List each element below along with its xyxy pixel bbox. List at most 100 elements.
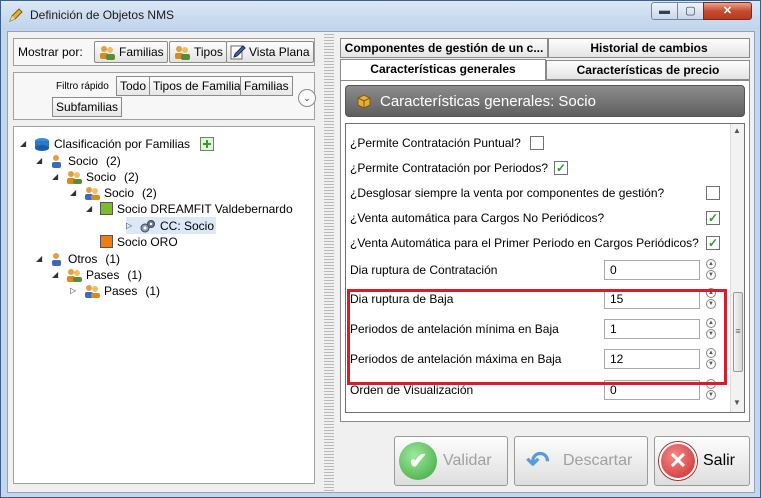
chevron-down-icon[interactable]: ⌄	[298, 89, 316, 107]
tree-node-socio[interactable]: ◢ Socio (2)	[52, 168, 139, 185]
left-pane: Mostrar por: Familias Tipos Vista Plana …	[8, 32, 320, 492]
property-label: Periodos de antelación mínima en Baja	[350, 322, 559, 336]
salir-label: Salir	[703, 452, 736, 469]
tree-node-pases[interactable]: ▷ Pases (1)	[70, 282, 160, 299]
title-bar[interactable]: Definición de Objetos NMS ▬ ▢ ✕	[1, 1, 760, 29]
spin-up-icon[interactable]: ▲	[706, 318, 716, 328]
antelacion-maxima-spinner[interactable]: ▲ ▼	[706, 348, 716, 370]
expanded-triangle-icon[interactable]: ◢	[70, 188, 80, 197]
properties-list[interactable]: ¿Permite Contratación Puntual? ¿Permite …	[345, 123, 745, 413]
people-icon	[100, 46, 115, 60]
filter-todo-button[interactable]: Todo	[116, 76, 151, 96]
tree-label: Socio	[104, 185, 135, 200]
contratacion-puntual-checkbox[interactable]	[530, 136, 544, 150]
validar-button[interactable]: ✔ Validar	[394, 436, 508, 486]
property-label: ¿Venta automática para Cargos No Periódi…	[350, 211, 605, 225]
tree-node-oro[interactable]: Socio ORO	[86, 233, 178, 250]
right-pane: Componentes de gestión de un c... Histor…	[338, 32, 754, 492]
tree-label: Socio	[86, 169, 117, 184]
scroll-up-icon[interactable]: ▲	[733, 126, 741, 135]
splitter-handle[interactable]	[324, 32, 334, 492]
expanded-triangle-icon[interactable]: ◢	[86, 204, 96, 213]
antelacion-maxima-input[interactable]: 12	[604, 349, 700, 369]
orange-square-icon	[100, 235, 113, 248]
ruptura-contratacion-input[interactable]: 0	[604, 260, 700, 280]
orden-visualizacion-input[interactable]: 0	[604, 380, 700, 400]
tree-label: Socio	[68, 153, 99, 168]
desglosar-venta-checkbox[interactable]	[706, 186, 720, 200]
venta-primer-periodo-checkbox[interactable]: ✓	[706, 236, 720, 250]
filter-subfamilias-button[interactable]: Subfamilias	[52, 97, 123, 117]
tree-node-otros[interactable]: ◢ Otros (1)	[36, 250, 120, 267]
tipos-label: Tipos	[194, 45, 223, 59]
collapsed-triangle-icon[interactable]: ▷	[126, 221, 136, 230]
tipos-view-button[interactable]: Tipos	[169, 41, 227, 63]
list-item: ¿Permite Contratación por Periodos? ✓	[350, 155, 722, 181]
filter-tipos-familia-button[interactable]: Tipos de Familia	[149, 76, 245, 96]
people-icon	[85, 186, 100, 200]
scroll-down-icon[interactable]: ▼	[733, 398, 741, 407]
maximize-button[interactable]: ▢	[677, 2, 704, 20]
expanded-triangle-icon[interactable]: ◢	[36, 156, 46, 165]
tree-node-socio[interactable]: ◢ Socio (2)	[36, 152, 121, 169]
main-window: Definición de Objetos NMS ▬ ▢ ✕ Mostrar …	[0, 0, 761, 498]
descartar-button[interactable]: ↶ Descartar	[514, 436, 648, 486]
close-button[interactable]: ✕	[703, 2, 752, 20]
tree-count: (1)	[105, 251, 121, 266]
expanded-triangle-icon[interactable]: ◢	[20, 139, 30, 148]
ruptura-baja-spinner[interactable]: ▲ ▼	[706, 288, 716, 310]
expanded-triangle-icon[interactable]: ◢	[52, 172, 62, 181]
tree-node-socio[interactable]: ◢ Socio (2)	[70, 184, 157, 201]
spin-up-icon[interactable]: ▲	[706, 259, 716, 269]
tree-count: (1)	[127, 267, 143, 282]
property-label: Dia ruptura de Contratación	[350, 263, 498, 277]
tree-node-dreamfit[interactable]: ◢ Socio DREAMFIT Valdebernardo	[86, 200, 293, 217]
spin-up-icon[interactable]: ▲	[706, 379, 716, 389]
family-tree[interactable]: ◢ Clasificación por Familias ◢ Socio (2) …	[13, 126, 315, 484]
salir-button[interactable]: ✕ Salir	[654, 436, 750, 486]
tab-componentes[interactable]: Componentes de gestión de un c...	[340, 38, 548, 58]
antelacion-minima-input[interactable]: 1	[604, 319, 700, 339]
undo-icon: ↶	[526, 445, 550, 477]
scrollbar-thumb[interactable]: ≡	[733, 292, 743, 372]
spin-down-icon[interactable]: ▼	[706, 270, 716, 280]
add-icon[interactable]	[200, 136, 215, 151]
tab-caracteristicas-generales[interactable]: Características generales	[340, 59, 546, 80]
ruptura-contratacion-spinner[interactable]: ▲ ▼	[706, 259, 716, 281]
quick-filter-box: Filtro rápido Todo Tipos de Familia Fami…	[13, 72, 316, 120]
tree-node-cc-socio[interactable]: ▷ CC: Socio	[126, 217, 217, 234]
antelacion-minima-spinner[interactable]: ▲ ▼	[706, 318, 716, 340]
contratacion-periodos-checkbox[interactable]: ✓	[554, 161, 568, 175]
orden-visualizacion-spinner[interactable]: ▲ ▼	[706, 379, 716, 401]
tree-node-pases[interactable]: ◢ Pases (1)	[52, 266, 142, 283]
spin-down-icon[interactable]: ▼	[706, 390, 716, 400]
content-area: Mostrar por: Familias Tipos Vista Plana …	[7, 31, 755, 493]
minimize-button[interactable]: ▬	[651, 2, 678, 20]
tree-count: (2)	[106, 153, 121, 168]
property-label: ¿Desglosar siempre la venta por componen…	[350, 186, 665, 200]
edit-list-icon	[230, 45, 246, 60]
gears-icon	[140, 219, 155, 232]
tab-caracteristicas-precio[interactable]: Características de precio	[546, 60, 750, 80]
venta-no-periodicos-checkbox[interactable]: ✓	[706, 211, 720, 225]
expanded-triangle-icon[interactable]: ◢	[52, 270, 62, 279]
filter-familias-button[interactable]: Familias	[240, 76, 293, 96]
vertical-scrollbar[interactable]: ▲ ≡ ▼	[730, 124, 744, 412]
vista-plana-button[interactable]: Vista Plana	[226, 41, 314, 63]
spin-up-icon[interactable]: ▲	[706, 348, 716, 358]
ruptura-baja-input[interactable]: 15	[604, 289, 700, 309]
spin-down-icon[interactable]: ▼	[706, 359, 716, 369]
spin-down-icon[interactable]: ▼	[706, 299, 716, 309]
spin-up-icon[interactable]: ▲	[706, 288, 716, 298]
property-label: Periodos de antelación máxima en Baja	[350, 352, 562, 366]
person-icon	[52, 154, 61, 168]
spin-down-icon[interactable]: ▼	[706, 329, 716, 339]
check-icon: ✔	[399, 442, 437, 480]
list-item: ¿Venta Automática para el Primer Periodo…	[350, 230, 722, 256]
tree-node-root[interactable]: ◢ Clasificación por Familias	[20, 135, 215, 152]
tab-historial[interactable]: Historial de cambios	[548, 38, 750, 58]
expanded-triangle-icon[interactable]: ◢	[36, 254, 46, 263]
familias-view-button[interactable]: Familias	[94, 41, 168, 63]
property-label: ¿Permite Contratación Puntual?	[350, 136, 521, 150]
collapsed-triangle-icon[interactable]: ▷	[70, 286, 80, 295]
